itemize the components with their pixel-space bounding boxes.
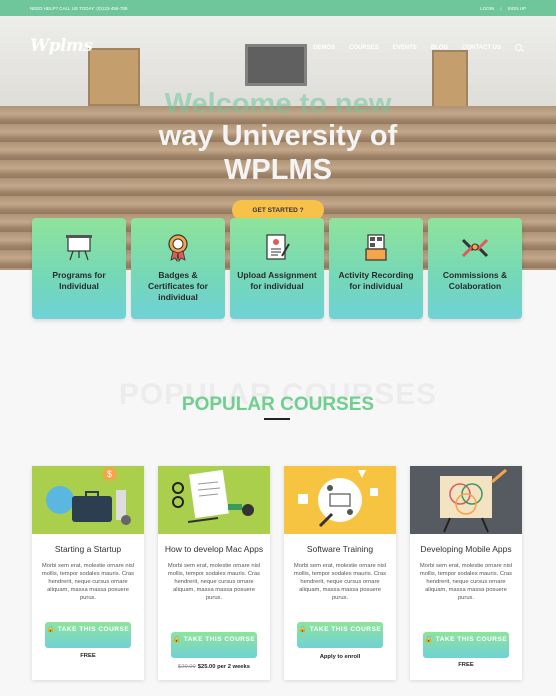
course-card[interactable]: How to develop Mac Apps Morbi sem erat, … xyxy=(158,466,270,680)
nav-demos[interactable]: DEMOS xyxy=(313,45,335,51)
course-card[interactable]: $ Starting a Startup Morbi sem erat, mol… xyxy=(32,466,144,680)
search-icon[interactable] xyxy=(515,44,522,51)
nav-events[interactable]: EVENTS xyxy=(393,45,417,51)
take-course-button[interactable]: 🔒 TAKE THIS COURSE xyxy=(171,632,257,658)
course-price: Apply to enroll xyxy=(319,654,361,660)
document-upload-icon xyxy=(266,234,290,260)
course-price: $29.00 $25.00 per 2 weeks xyxy=(178,664,250,670)
hero-title-line-3: WPLMS xyxy=(224,154,332,186)
main-nav: DEMOS COURSES EVENTS BLOG CONTACT US xyxy=(313,44,522,51)
section-divider xyxy=(264,418,290,420)
take-course-button[interactable]: 🔒 TAKE THIS COURSE xyxy=(45,622,131,648)
course-title[interactable]: Developing Mobile Apps xyxy=(410,544,522,554)
course-thumbnail[interactable] xyxy=(410,466,522,534)
course-price: FREE xyxy=(458,662,474,668)
divider: | xyxy=(500,5,502,11)
signup-link[interactable]: SIGN UP xyxy=(507,6,526,11)
old-price: $29.00 xyxy=(178,664,196,670)
course-thumbnail[interactable]: $ xyxy=(32,466,144,534)
feature-label: Upload Assignment for individual xyxy=(237,270,317,291)
briefcase-icon: $ xyxy=(46,467,131,525)
recording-icon xyxy=(365,234,387,261)
course-description: Morbi sem erat, molestie ornare nisl mol… xyxy=(41,563,135,601)
contact-text: NEED HELP? CALL US TODAY: (0)123-456-789 xyxy=(30,5,128,11)
feature-label: Activity Recording for individual xyxy=(338,270,414,291)
nav-blog[interactable]: BLOG xyxy=(431,45,448,51)
course-title[interactable]: Software Training xyxy=(284,544,396,554)
course-thumbnail[interactable] xyxy=(158,466,270,534)
feature-card-activity[interactable]: Activity Recording for individual xyxy=(329,218,423,319)
document-glasses-icon xyxy=(172,469,254,523)
take-course-button[interactable]: 🔒 TAKE THIS COURSE xyxy=(423,632,509,658)
nav-contact[interactable]: CONTACT US xyxy=(462,45,501,51)
course-title[interactable]: How to develop Mac Apps xyxy=(158,544,270,554)
course-price: FREE xyxy=(80,653,96,659)
top-bar: NEED HELP? CALL US TODAY: (0)123-456-789… xyxy=(0,0,556,16)
hero-title-line-1: Welcome to new xyxy=(164,88,392,120)
course-thumbnail[interactable] xyxy=(284,466,396,534)
course-title[interactable]: Starting a Startup xyxy=(32,544,144,554)
feature-label: Badges & Certificates for individual xyxy=(148,270,208,302)
site-logo[interactable]: Wplms xyxy=(30,36,93,56)
feature-label: Commissions & Colaboration xyxy=(442,270,508,291)
take-course-button[interactable]: 🔒 TAKE THIS COURSE xyxy=(297,622,383,648)
auth-links: LOGIN | SIGN UP xyxy=(480,6,526,11)
presentation-board-icon xyxy=(66,235,92,261)
nav-courses[interactable]: COURSES xyxy=(349,45,379,51)
course-description: Morbi sem erat, molestie ornare nisl mol… xyxy=(293,563,387,601)
course-list: $ Starting a Startup Morbi sem erat, mol… xyxy=(32,466,522,680)
feature-card-programs[interactable]: Programs for Individual xyxy=(32,218,126,319)
feature-card-upload[interactable]: Upload Assignment for individual xyxy=(230,218,324,319)
course-card[interactable]: Software Training Morbi sem erat, molest… xyxy=(284,466,396,680)
svg-text:$: $ xyxy=(107,469,112,479)
badge-icon xyxy=(168,234,188,262)
handshake-icon xyxy=(461,238,489,258)
feature-cards: Programs for Individual Badges & Certifi… xyxy=(32,218,522,319)
course-description: Morbi sem erat, molestie ornare nisl mol… xyxy=(167,563,261,601)
course-card[interactable]: Developing Mobile Apps Morbi sem erat, m… xyxy=(410,466,522,680)
feature-card-badges[interactable]: Badges & Certificates for individual xyxy=(131,218,225,319)
feature-card-commissions[interactable]: Commissions & Colaboration xyxy=(428,218,522,319)
flowchart-icon xyxy=(298,470,378,528)
hero-title-line-2: way University of xyxy=(158,120,398,152)
easel-venn-icon xyxy=(440,468,507,533)
feature-label: Programs for Individual xyxy=(52,270,106,291)
get-started-button[interactable]: GET STARTED ? xyxy=(232,200,324,220)
login-link[interactable]: LOGIN xyxy=(480,6,494,11)
section-title: POPULAR COURSES xyxy=(181,394,375,415)
course-description: Morbi sem erat, molestie ornare nisl mol… xyxy=(419,563,513,601)
